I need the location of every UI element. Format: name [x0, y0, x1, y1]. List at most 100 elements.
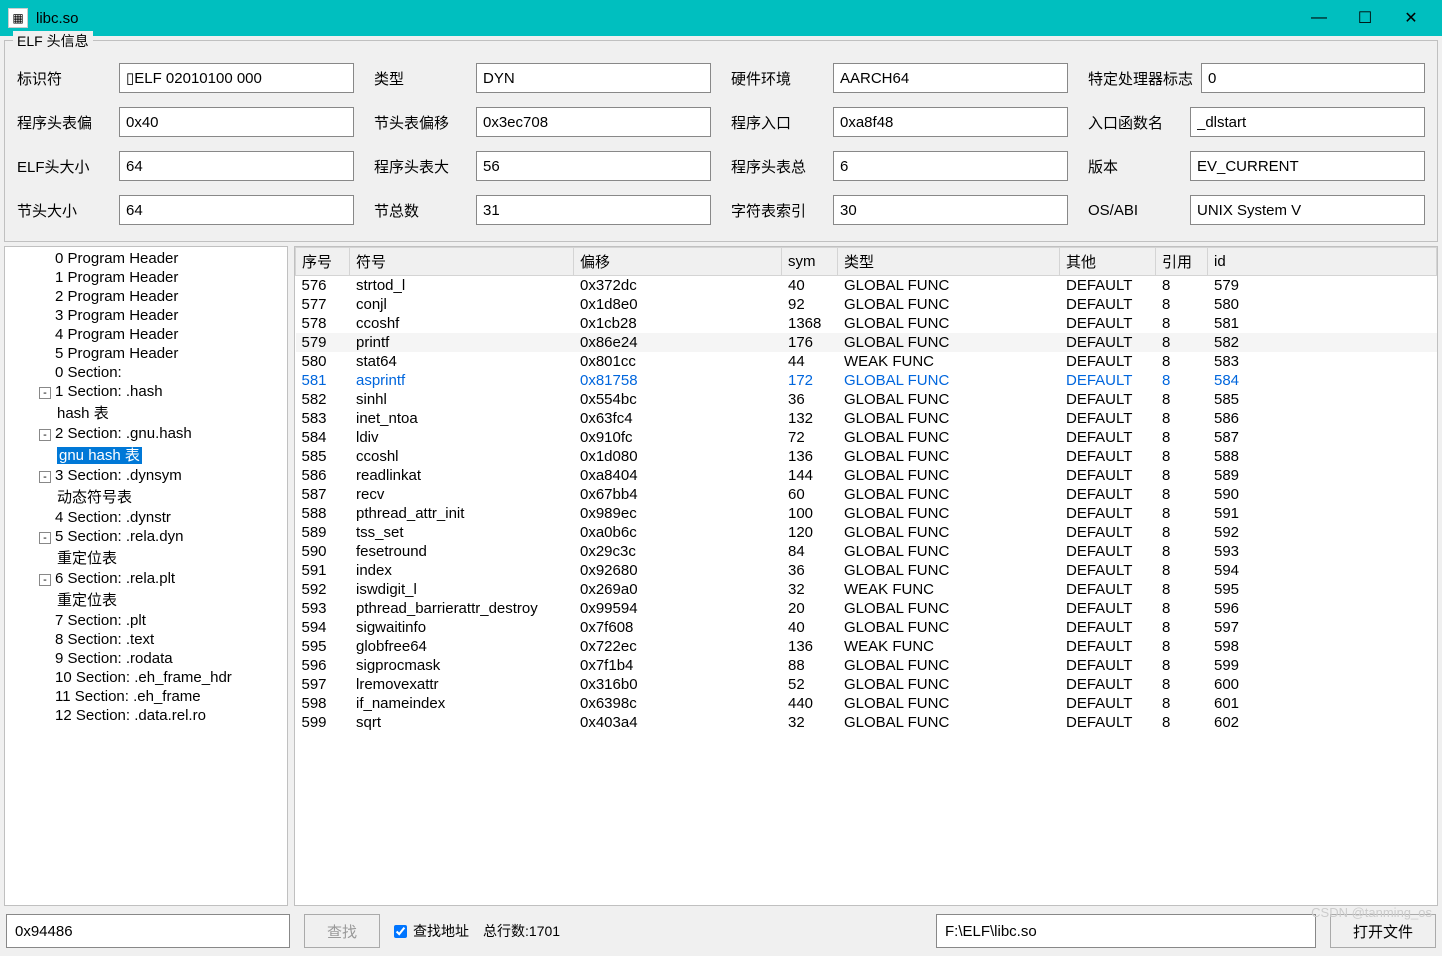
table-row[interactable]: 596sigprocmask0x7f1b488GLOBAL FUNCDEFAUL…: [296, 656, 1437, 675]
version-label: 版本: [1088, 156, 1182, 177]
col-symbol[interactable]: 符号: [350, 248, 574, 276]
osabi-input[interactable]: [1190, 195, 1425, 225]
table-row[interactable]: 587recv0x67bb460GLOBAL FUNCDEFAULT8590: [296, 485, 1437, 504]
table-row[interactable]: 598if_nameindex0x6398c440GLOBAL FUNCDEFA…: [296, 694, 1437, 713]
section-tree[interactable]: 0 Program Header1 Program Header2 Progra…: [4, 246, 288, 906]
type-input[interactable]: [476, 63, 711, 93]
shentsize-label: 节头大小: [17, 200, 111, 221]
tree-toggle-icon[interactable]: -: [39, 532, 51, 544]
table-row[interactable]: 594sigwaitinfo0x7f60840GLOBAL FUNCDEFAUL…: [296, 618, 1437, 637]
tree-item[interactable]: -2 Section: .gnu.hash: [9, 424, 283, 443]
tree-item[interactable]: gnu hash 表: [9, 443, 283, 466]
table-row[interactable]: 576strtod_l0x372dc40GLOBAL FUNCDEFAULT85…: [296, 276, 1437, 296]
phoff-label: 程序头表偏: [17, 112, 111, 133]
app-icon: ▦: [8, 8, 28, 28]
tree-item[interactable]: 动态符号表: [9, 485, 283, 508]
tree-item[interactable]: 4 Section: .dynstr: [9, 508, 283, 527]
close-button[interactable]: ✕: [1388, 0, 1434, 36]
table-row[interactable]: 585ccoshl0x1d080136GLOBAL FUNCDEFAULT858…: [296, 447, 1437, 466]
table-row[interactable]: 590fesetround0x29c3c84GLOBAL FUNCDEFAULT…: [296, 542, 1437, 561]
search-address-checkbox[interactable]: [394, 925, 407, 938]
col-other[interactable]: 其他: [1060, 248, 1156, 276]
table-row[interactable]: 578ccoshf0x1cb281368GLOBAL FUNCDEFAULT85…: [296, 314, 1437, 333]
table-row[interactable]: 579printf0x86e24176GLOBAL FUNCDEFAULT858…: [296, 333, 1437, 352]
table-row[interactable]: 599sqrt0x403a432GLOBAL FUNCDEFAULT8602: [296, 713, 1437, 732]
osabi-label: OS/ABI: [1088, 202, 1182, 219]
table-row[interactable]: 577conjl0x1d8e092GLOBAL FUNCDEFAULT8580: [296, 295, 1437, 314]
ehsize-input[interactable]: [119, 151, 354, 181]
tree-item[interactable]: 1 Program Header: [9, 268, 283, 287]
col-sym[interactable]: sym: [782, 248, 838, 276]
file-path-input[interactable]: [936, 914, 1316, 948]
col-ref[interactable]: 引用: [1156, 248, 1208, 276]
entry-input[interactable]: [833, 107, 1068, 137]
table-row[interactable]: 581asprintf0x81758172GLOBAL FUNCDEFAULT8…: [296, 371, 1437, 390]
groupbox-legend: ELF 头信息: [13, 31, 93, 51]
elf-header-groupbox: ELF 头信息 标识符 类型 硬件环境 特定处理器标志 程序头表偏 节头表偏移 …: [4, 40, 1438, 242]
tree-item[interactable]: 重定位表: [9, 588, 283, 611]
tree-item[interactable]: -3 Section: .dynsym: [9, 466, 283, 485]
ident-label: 标识符: [17, 68, 111, 89]
tree-item[interactable]: 0 Program Header: [9, 249, 283, 268]
tree-item[interactable]: 11 Section: .eh_frame: [9, 687, 283, 706]
tree-item[interactable]: 重定位表: [9, 546, 283, 569]
table-row[interactable]: 593pthread_barrierattr_destroy0x9959420G…: [296, 599, 1437, 618]
maximize-button[interactable]: ☐: [1342, 0, 1388, 36]
shstrndx-input[interactable]: [833, 195, 1068, 225]
table-row[interactable]: 580stat640x801cc44WEAK FUNCDEFAULT8583: [296, 352, 1437, 371]
table-row[interactable]: 583inet_ntoa0x63fc4132GLOBAL FUNCDEFAULT…: [296, 409, 1437, 428]
address-input[interactable]: [6, 914, 290, 948]
table-row[interactable]: 595globfree640x722ec136WEAK FUNCDEFAULT8…: [296, 637, 1437, 656]
entryfn-input[interactable]: [1190, 107, 1425, 137]
col-seq[interactable]: 序号: [296, 248, 350, 276]
table-row[interactable]: 591index0x9268036GLOBAL FUNCDEFAULT8594: [296, 561, 1437, 580]
tree-item[interactable]: hash 表: [9, 401, 283, 424]
tree-toggle-icon[interactable]: -: [39, 387, 51, 399]
ehsize-label: ELF头大小: [17, 156, 111, 177]
shoff-input[interactable]: [476, 107, 711, 137]
tree-toggle-icon[interactable]: -: [39, 429, 51, 441]
table-row[interactable]: 597lremovexattr0x316b052GLOBAL FUNCDEFAU…: [296, 675, 1437, 694]
minimize-button[interactable]: —: [1296, 0, 1342, 36]
tree-item[interactable]: 7 Section: .plt: [9, 611, 283, 630]
open-file-button[interactable]: 打开文件: [1330, 914, 1436, 948]
phoff-input[interactable]: [119, 107, 354, 137]
table-row[interactable]: 592iswdigit_l0x269a032WEAK FUNCDEFAULT85…: [296, 580, 1437, 599]
tree-item[interactable]: 10 Section: .eh_frame_hdr: [9, 668, 283, 687]
shnum-input[interactable]: [476, 195, 711, 225]
table-row[interactable]: 586readlinkat0xa8404144GLOBAL FUNCDEFAUL…: [296, 466, 1437, 485]
shentsize-input[interactable]: [119, 195, 354, 225]
shnum-label: 节总数: [374, 200, 468, 221]
tree-toggle-icon[interactable]: -: [39, 574, 51, 586]
tree-item[interactable]: -1 Section: .hash: [9, 382, 283, 401]
tree-item[interactable]: 12 Section: .data.rel.ro: [9, 706, 283, 725]
phnum-input[interactable]: [833, 151, 1068, 181]
table-row[interactable]: 589tss_set0xa0b6c120GLOBAL FUNCDEFAULT85…: [296, 523, 1437, 542]
tree-item[interactable]: 3 Program Header: [9, 306, 283, 325]
search-button[interactable]: 查找: [304, 914, 380, 948]
col-type[interactable]: 类型: [838, 248, 1060, 276]
tree-item[interactable]: 4 Program Header: [9, 325, 283, 344]
flags-input[interactable]: [1201, 63, 1425, 93]
col-id[interactable]: id: [1208, 248, 1437, 276]
phnum-label: 程序头表总: [731, 156, 825, 177]
tree-item[interactable]: 8 Section: .text: [9, 630, 283, 649]
symbol-table[interactable]: 序号 符号 偏移 sym 类型 其他 引用 id 576strtod_l0x37…: [294, 246, 1438, 906]
tree-item[interactable]: 2 Program Header: [9, 287, 283, 306]
table-row[interactable]: 584ldiv0x910fc72GLOBAL FUNCDEFAULT8587: [296, 428, 1437, 447]
tree-item[interactable]: 0 Section:: [9, 363, 283, 382]
search-address-label: 查找地址: [413, 921, 469, 941]
tree-item[interactable]: -5 Section: .rela.dyn: [9, 527, 283, 546]
tree-toggle-icon[interactable]: -: [39, 471, 51, 483]
machine-input[interactable]: [833, 63, 1068, 93]
table-row[interactable]: 588pthread_attr_init0x989ec100GLOBAL FUN…: [296, 504, 1437, 523]
ident-input[interactable]: [119, 63, 354, 93]
tree-item[interactable]: 9 Section: .rodata: [9, 649, 283, 668]
tree-item[interactable]: 5 Program Header: [9, 344, 283, 363]
phsize-input[interactable]: [476, 151, 711, 181]
version-input[interactable]: [1190, 151, 1425, 181]
col-offset[interactable]: 偏移: [574, 248, 782, 276]
table-row[interactable]: 582sinhl0x554bc36GLOBAL FUNCDEFAULT8585: [296, 390, 1437, 409]
window-title: libc.so: [36, 10, 1296, 27]
tree-item[interactable]: -6 Section: .rela.plt: [9, 569, 283, 588]
